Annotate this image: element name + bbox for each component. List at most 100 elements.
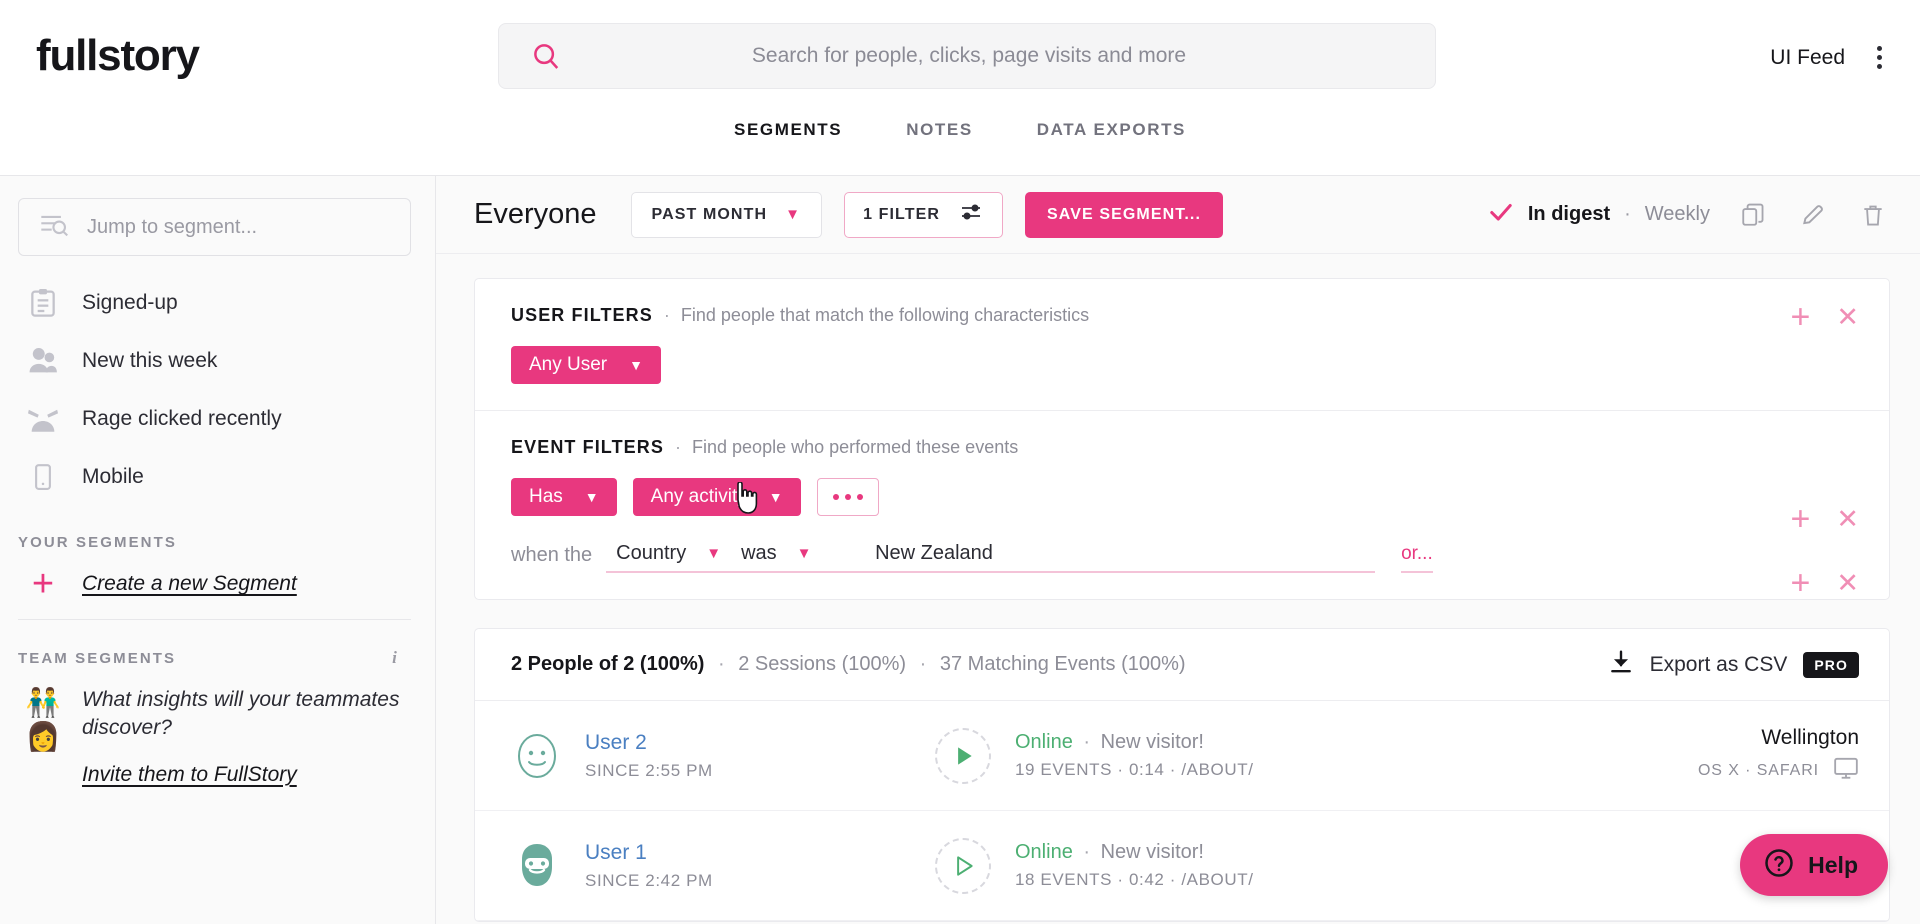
remove-event-filter-icon[interactable]: ✕ [1836, 506, 1859, 533]
condition-value-input[interactable]: New Zealand [865, 542, 1376, 573]
add-condition-icon[interactable]: + [1791, 566, 1811, 600]
save-segment-button[interactable]: SAVE SEGMENT... [1025, 191, 1224, 238]
user-name-link[interactable]: User 1 [585, 841, 935, 865]
list-search-icon [39, 211, 69, 244]
user-since: SINCE 2:42 PM [585, 870, 713, 890]
edit-pencil-icon[interactable] [1796, 198, 1830, 232]
user-identity: User 1 SINCE 2:42 PM [585, 841, 935, 891]
export-csv-button[interactable]: Export as CSV PRO [1608, 649, 1859, 680]
people-icon [26, 344, 60, 378]
count-separator: · [717, 653, 725, 675]
event-filter-row-actions: + ✕ [1791, 502, 1859, 536]
add-event-filter-icon[interactable]: + [1791, 502, 1811, 536]
sidebar-item-label: New this week [82, 349, 218, 372]
chevron-down-icon: ▼ [768, 489, 783, 505]
help-label: Help [1808, 851, 1858, 878]
header-account-area: UI Feed [1770, 40, 1892, 75]
session-meta: 18 EVENTS · 0:42 · /ABOUT/ [1015, 870, 1254, 889]
segment-toolbar: Everyone PAST MONTH ▼ 1 FILTER SAVE SEGM… [436, 176, 1920, 254]
events-count: 37 Matching Events (100%) [939, 653, 1186, 675]
sidebar-item-label: Mobile [82, 465, 144, 488]
heading-separator: · [663, 305, 670, 325]
overflow-menu-icon[interactable] [1867, 40, 1892, 75]
when-the-label: when the [511, 544, 593, 566]
global-search: Search for people, clicks, page visits a… [498, 23, 1436, 89]
create-new-segment-button[interactable]: + Create a new Segment [0, 565, 435, 603]
digest-status[interactable]: In digest · Weekly [1488, 199, 1710, 231]
chevron-down-icon: ▼ [796, 545, 812, 562]
table-row[interactable]: User 1 SINCE 2:42 PM Online · New visito… [475, 811, 1889, 921]
event-activity-pill[interactable]: Any activity ▼ [632, 478, 801, 516]
sidebar-item-rage-clicked-recently[interactable]: Rage clicked recently [0, 390, 435, 448]
search-input[interactable]: Search for people, clicks, page visits a… [498, 23, 1436, 89]
play-session-button[interactable] [935, 727, 991, 784]
condition-property-value: Country [616, 542, 687, 564]
remove-condition-icon[interactable]: ✕ [1836, 570, 1859, 597]
event-condition-row: when the Country ▼ was ▼ New Zealand or.… [475, 516, 1889, 573]
segments-sidebar: Jump to segment... Signed-up New this we… [0, 176, 436, 924]
sessions-count: 2 Sessions (100%) [738, 653, 907, 675]
session-summary: Online · New visitor! 19 EVENTS · 0:14 ·… [1015, 731, 1698, 780]
check-icon [1488, 199, 1514, 231]
results-summary: 2 People of 2 (100%) · 2 Sessions (100%)… [475, 629, 1889, 701]
user-filters-section: USER FILTERS · Find people that match th… [475, 279, 1889, 410]
heading-separator: · [675, 437, 681, 457]
info-icon[interactable]: i [392, 648, 409, 668]
event-filters-title: EVENT FILTERS [511, 437, 664, 457]
tab-segments[interactable]: SEGMENTS [730, 112, 847, 193]
filters-card: USER FILTERS · Find people that match th… [474, 278, 1890, 600]
chevron-down-icon: ▼ [785, 206, 802, 223]
people-count: 2 People of 2 (100%) [511, 653, 705, 675]
create-segment-label: Create a new Segment [82, 572, 297, 595]
or-link[interactable]: or... [1401, 543, 1433, 573]
filter-count-button[interactable]: 1 FILTER [844, 191, 1004, 238]
any-user-pill[interactable]: Any User ▼ [511, 346, 661, 384]
session-meta: 19 EVENTS · 0:14 · /ABOUT/ [1015, 760, 1254, 779]
digest-label: In digest [1527, 203, 1611, 225]
app-header: fullstory Search for people, clicks, pag… [0, 0, 1920, 112]
condition-property-select[interactable]: Country ▼ [606, 542, 732, 573]
user-filters-title: USER FILTERS [511, 305, 653, 325]
add-user-filter-icon[interactable]: + [1791, 300, 1811, 334]
clipboard-icon [26, 286, 60, 320]
jump-placeholder: Jump to segment... [87, 215, 258, 238]
remove-user-filter-icon[interactable]: ✕ [1836, 304, 1859, 331]
invite-team-link[interactable]: Invite them to FullStory [82, 763, 297, 787]
session-summary: Online · New visitor! 18 EVENTS · 0:42 ·… [1015, 841, 1859, 890]
sidebar-item-new-this-week[interactable]: New this week [0, 332, 435, 390]
duplicate-icon[interactable] [1736, 198, 1770, 232]
chevron-down-icon: ▼ [629, 357, 643, 373]
export-csv-label: Export as CSV [1649, 652, 1788, 676]
date-range-button[interactable]: PAST MONTH ▼ [630, 191, 823, 238]
sidebar-item-mobile[interactable]: Mobile [0, 448, 435, 506]
user-filters-heading: USER FILTERS · Find people that match th… [475, 305, 1889, 326]
digest-frequency: Weekly [1644, 203, 1710, 225]
your-segments-label: YOUR SEGMENTS [18, 534, 177, 551]
help-button[interactable]: Help [1740, 834, 1888, 896]
tab-data-exports[interactable]: DATA EXPORTS [1033, 112, 1190, 175]
tab-notes[interactable]: NOTES [902, 112, 977, 175]
table-row[interactable]: User 2 SINCE 2:55 PM Online · New visito… [475, 701, 1889, 811]
user-name-link[interactable]: User 2 [585, 731, 935, 755]
event-verb-pill[interactable]: Has ▼ [511, 478, 617, 516]
chevron-down-icon: ▼ [706, 545, 722, 562]
download-icon [1608, 649, 1634, 680]
location-device: Wellington OS X · SAFARI [1698, 726, 1859, 785]
visitor-type: New visitor! [1100, 731, 1204, 753]
user-filter-row-actions: + ✕ [1791, 300, 1859, 334]
sidebar-item-signed-up[interactable]: Signed-up [0, 274, 435, 332]
delete-trash-icon[interactable] [1856, 198, 1890, 232]
condition-value-text: New Zealand [875, 542, 993, 564]
account-name[interactable]: UI Feed [1770, 46, 1845, 70]
question-mark-icon [1764, 848, 1794, 883]
condition-operator-select[interactable]: was ▼ [731, 542, 866, 573]
toolbar-right-actions: In digest · Weekly [1488, 198, 1890, 232]
event-activity-label: Any activity [650, 486, 747, 507]
sliders-icon [960, 202, 984, 227]
fullstory-logo[interactable]: fullstory [36, 31, 496, 81]
event-more-options-button[interactable] [816, 478, 879, 516]
team-segments-label: TEAM SEGMENTS [18, 649, 177, 667]
play-session-button[interactable] [935, 837, 991, 894]
sidebar-item-label: Rage clicked recently [82, 407, 282, 430]
jump-to-segment-input[interactable]: Jump to segment... [18, 198, 411, 256]
